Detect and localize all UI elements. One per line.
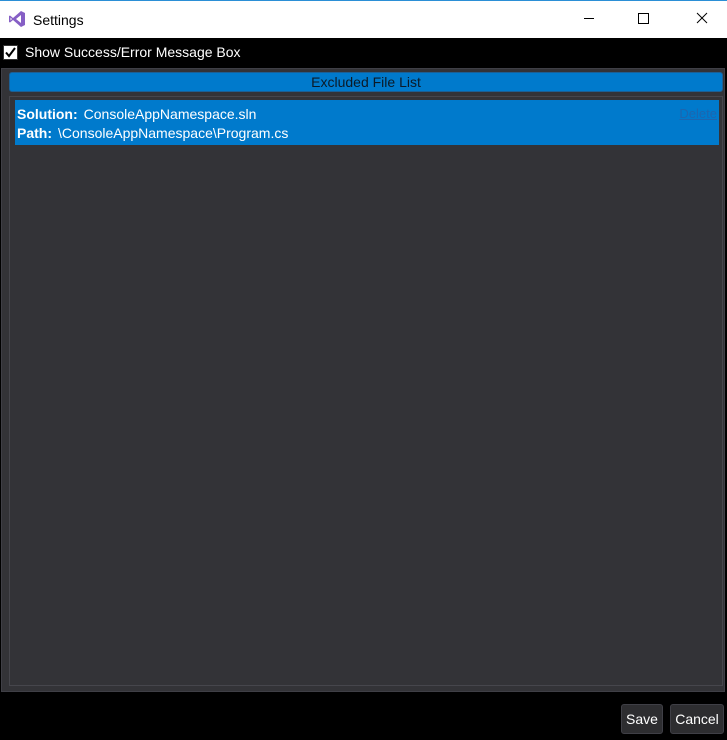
path-value: \ConsoleAppNamespace\Program.cs <box>58 125 289 141</box>
show-message-box-label[interactable]: Show Success/Error Message Box <box>25 43 241 61</box>
solution-line: Solution: ConsoleAppNamespace.sln <box>17 105 256 123</box>
show-message-box-option[interactable]: Show Success/Error Message Box <box>3 43 241 61</box>
solution-value: ConsoleAppNamespace.sln <box>83 106 257 122</box>
close-icon <box>696 11 708 29</box>
maximize-icon <box>637 11 649 29</box>
minimize-icon <box>583 11 595 29</box>
path-line: Path: \ConsoleAppNamespace\Program.cs <box>17 124 288 142</box>
title-bar[interactable]: Settings <box>0 0 727 38</box>
minimize-button[interactable] <box>566 1 612 38</box>
show-message-box-checkbox[interactable] <box>3 44 18 60</box>
close-button[interactable] <box>679 1 725 38</box>
excluded-file-panel: Excluded File List Solution: ConsoleAppNa… <box>1 68 725 692</box>
cancel-button[interactable]: Cancel <box>670 704 724 734</box>
visual-studio-icon <box>8 10 26 28</box>
window-title: Settings <box>33 12 84 28</box>
excluded-file-list-header: Excluded File List <box>9 72 723 92</box>
checkmark-icon <box>5 46 16 58</box>
save-button[interactable]: Save <box>621 704 663 734</box>
excluded-file-list[interactable]: Solution: ConsoleAppNamespace.sln Path: \C… <box>9 96 723 686</box>
list-item[interactable]: Solution: ConsoleAppNamespace.sln Path: \C… <box>15 100 719 145</box>
maximize-button[interactable] <box>620 1 666 38</box>
delete-link[interactable]: Delete <box>679 105 717 123</box>
path-key: Path: <box>17 125 52 141</box>
solution-key: Solution: <box>17 106 78 122</box>
